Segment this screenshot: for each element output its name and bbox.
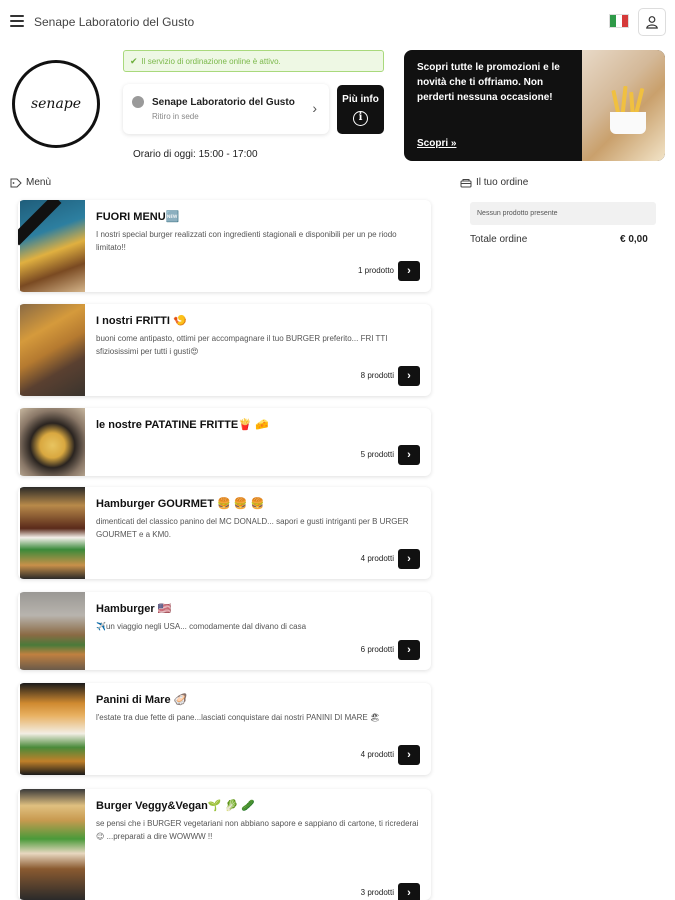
category-title: Hamburger GOURMET 🍔 🍔 🍔: [96, 498, 265, 510]
info-icon: i: [353, 111, 368, 126]
logo-text: senape: [30, 96, 82, 112]
app-title: Senape Laboratorio del Gusto: [34, 15, 195, 29]
category-image: [20, 304, 85, 396]
store-selector[interactable]: Senape Laboratorio del Gusto Ritiro in s…: [123, 84, 329, 134]
menu-section-label: Menù: [10, 177, 51, 188]
promo-text: Scopri tutte le promozioni e le novità c…: [417, 62, 560, 103]
open-category-button[interactable]: ›: [398, 883, 420, 900]
open-category-button[interactable]: ›: [398, 640, 420, 660]
category-image: [20, 592, 85, 670]
category-image: [20, 487, 85, 579]
italian-flag-icon[interactable]: [609, 14, 629, 28]
open-category-button[interactable]: ›: [398, 261, 420, 281]
product-count: 3 prodotti: [360, 888, 394, 897]
category-description: dimenticati del classico panino del MC D…: [96, 517, 409, 539]
store-icon: [132, 96, 144, 108]
category-description: ✈️un viaggio negli USA... comodamente da…: [96, 622, 307, 631]
restaurant-logo: senape: [12, 60, 100, 148]
top-bar: Senape Laboratorio del Gusto: [0, 0, 675, 44]
category-description: se pensi che i BURGER vegetariani non ab…: [96, 819, 419, 841]
store-name: Senape Laboratorio del Gusto: [152, 97, 295, 108]
menu-section-title: Menù: [26, 177, 52, 188]
category-image: [20, 789, 85, 900]
category-title: Burger Veggy&Vegan🌱 🥬 🥒: [96, 800, 256, 812]
open-category-button[interactable]: ›: [398, 366, 420, 386]
product-count: 5 prodotti: [360, 450, 394, 459]
category-description: I nostri special burger realizzati con i…: [96, 230, 397, 252]
chevron-right-icon: ›: [312, 100, 317, 116]
status-message: Il servizio di ordinazione online è atti…: [141, 56, 281, 66]
category-card[interactable]: Hamburger 🇺🇸 ✈️un viaggio negli USA... c…: [18, 592, 431, 670]
category-card[interactable]: FUORI MENU🆕 I nostri special burger real…: [18, 200, 431, 292]
category-card[interactable]: Panini di Mare 🦪 l'estate tra due fette …: [18, 683, 431, 775]
category-image: [18, 200, 85, 292]
promo-banner[interactable]: Scopri tutte le promozioni e le novità c…: [404, 50, 665, 161]
promo-image: [582, 50, 665, 161]
open-category-button[interactable]: ›: [398, 745, 420, 765]
category-card[interactable]: Hamburger GOURMET 🍔 🍔 🍔 dimenticati del …: [18, 487, 431, 579]
more-info-button[interactable]: Più info i: [337, 85, 384, 134]
product-count: 6 prodotti: [360, 645, 394, 654]
open-category-button[interactable]: ›: [398, 549, 420, 569]
basket-icon: [460, 178, 472, 187]
category-title: le nostre PATATINE FRITTE🍟 🧀: [96, 419, 269, 431]
open-category-button[interactable]: ›: [398, 445, 420, 465]
hamburger-menu-icon[interactable]: [10, 15, 24, 27]
category-card[interactable]: le nostre PATATINE FRITTE🍟 🧀 5 prodotti …: [18, 408, 431, 476]
category-title: I nostri FRITTI 🍤: [96, 315, 187, 327]
more-info-label: Più info: [342, 94, 379, 105]
category-image: [20, 408, 85, 476]
order-section-label: Il tuo ordine: [460, 177, 528, 188]
category-description: l'estate tra due fette di pane...lasciat…: [96, 713, 381, 722]
category-title: Panini di Mare 🦪: [96, 694, 188, 706]
empty-order-message: Nessun prodotto presente: [470, 202, 656, 225]
category-title: Hamburger 🇺🇸: [96, 603, 172, 615]
category-title: FUORI MENU🆕: [96, 211, 180, 223]
user-icon: [646, 16, 658, 29]
order-total-label: Totale ordine: [470, 234, 528, 245]
product-count: 8 prodotti: [360, 371, 394, 380]
user-button[interactable]: [638, 8, 666, 36]
category-card[interactable]: I nostri FRITTI 🍤 buoni come antipasto, …: [18, 304, 431, 396]
order-section-title: Il tuo ordine: [476, 177, 529, 188]
check-icon: ✔: [130, 55, 138, 66]
category-card[interactable]: Burger Veggy&Vegan🌱 🥬 🥒 se pensi che i B…: [18, 789, 431, 900]
tag-icon: [10, 178, 22, 187]
promo-discover-link[interactable]: Scopri »: [417, 138, 456, 149]
product-count: 4 prodotti: [360, 554, 394, 563]
category-description: buoni come antipasto, ottimi per accompa…: [96, 334, 388, 356]
pickup-mode: Ritiro in sede: [152, 112, 199, 121]
order-total-value: € 0,00: [620, 234, 648, 245]
opening-hours: Orario di oggi: 15:00 - 17:00: [133, 149, 258, 160]
product-count: 1 prodotto: [357, 266, 394, 275]
ordering-status-banner: ✔ Il servizio di ordinazione online è at…: [123, 50, 384, 72]
category-image: [20, 683, 85, 775]
product-count: 4 prodotti: [360, 750, 394, 759]
